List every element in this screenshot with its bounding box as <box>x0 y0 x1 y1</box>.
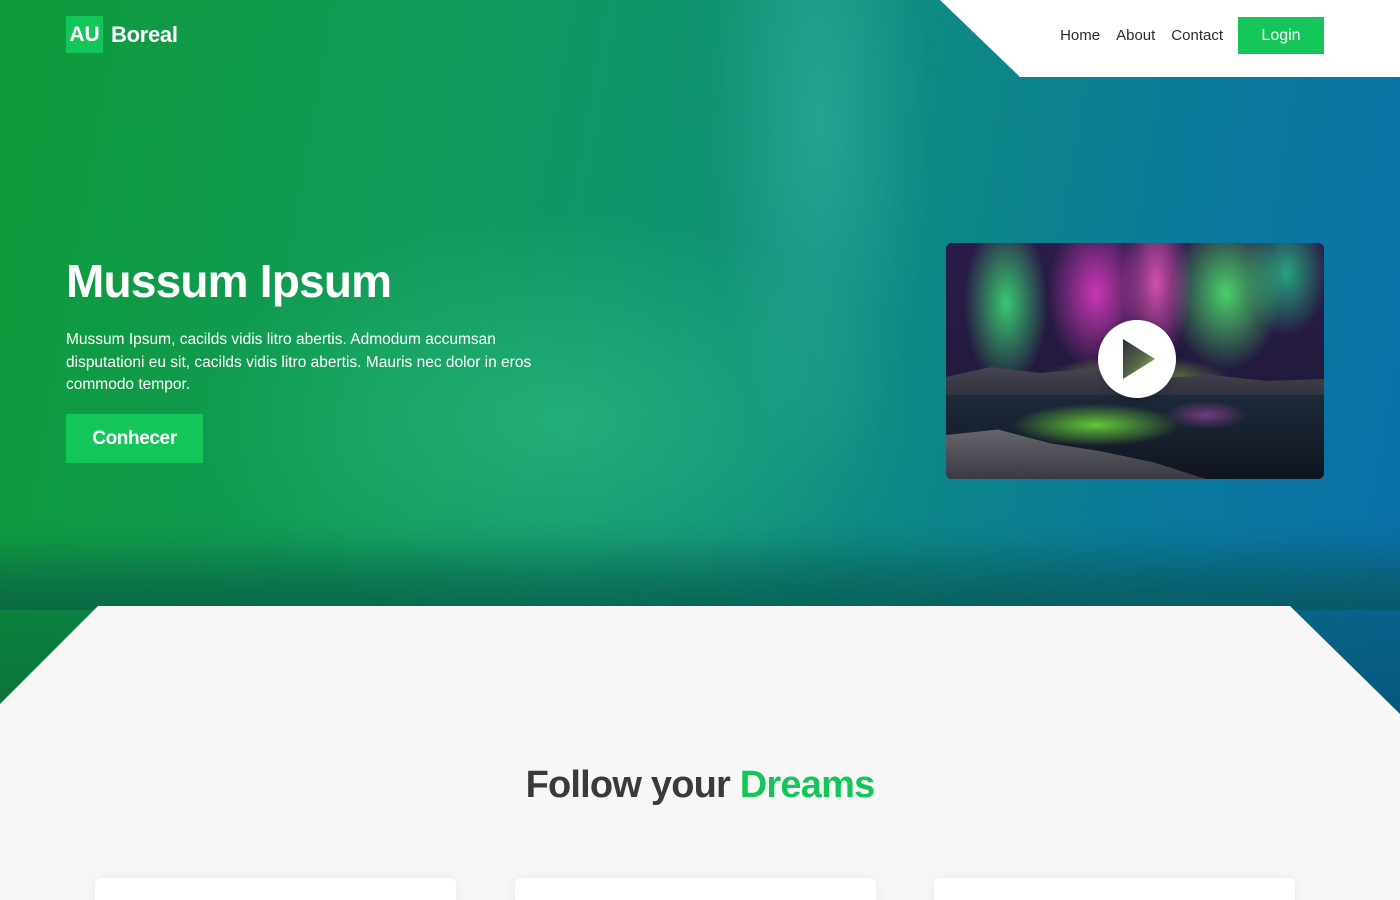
logo-name: Boreal <box>111 21 178 47</box>
section-title-accent: Dreams <box>739 764 875 806</box>
conhecer-button[interactable]: Conhecer <box>66 414 203 463</box>
feature-card <box>515 878 876 900</box>
feature-card <box>95 878 456 900</box>
play-button[interactable] <box>1098 320 1176 398</box>
login-button[interactable]: Login <box>1238 17 1324 54</box>
content-section-background <box>0 606 1400 900</box>
play-icon <box>1123 339 1155 379</box>
nav-link-contact[interactable]: Contact <box>1171 27 1223 44</box>
main-nav: Home About Contact Login <box>1060 17 1324 54</box>
feature-card <box>934 878 1295 900</box>
nav-link-about[interactable]: About <box>1116 27 1155 44</box>
hero-description: Mussum Ipsum, cacilds vidis litro aberti… <box>66 331 532 393</box>
hero-treeline-background <box>0 540 1400 610</box>
hero-title: Mussum Ipsum <box>66 255 392 307</box>
hero-text-block: Mussum Ipsum Mussum Ipsum, cacilds vidis… <box>66 255 536 397</box>
nav-link-home[interactable]: Home <box>1060 27 1100 44</box>
video-thumbnail[interactable] <box>946 243 1324 479</box>
section-title: Follow your Dreams <box>0 764 1400 807</box>
brand-logo[interactable]: AU Boreal <box>66 16 178 53</box>
logo-badge: AU <box>66 16 103 53</box>
section-title-prefix: Follow your <box>525 764 731 806</box>
